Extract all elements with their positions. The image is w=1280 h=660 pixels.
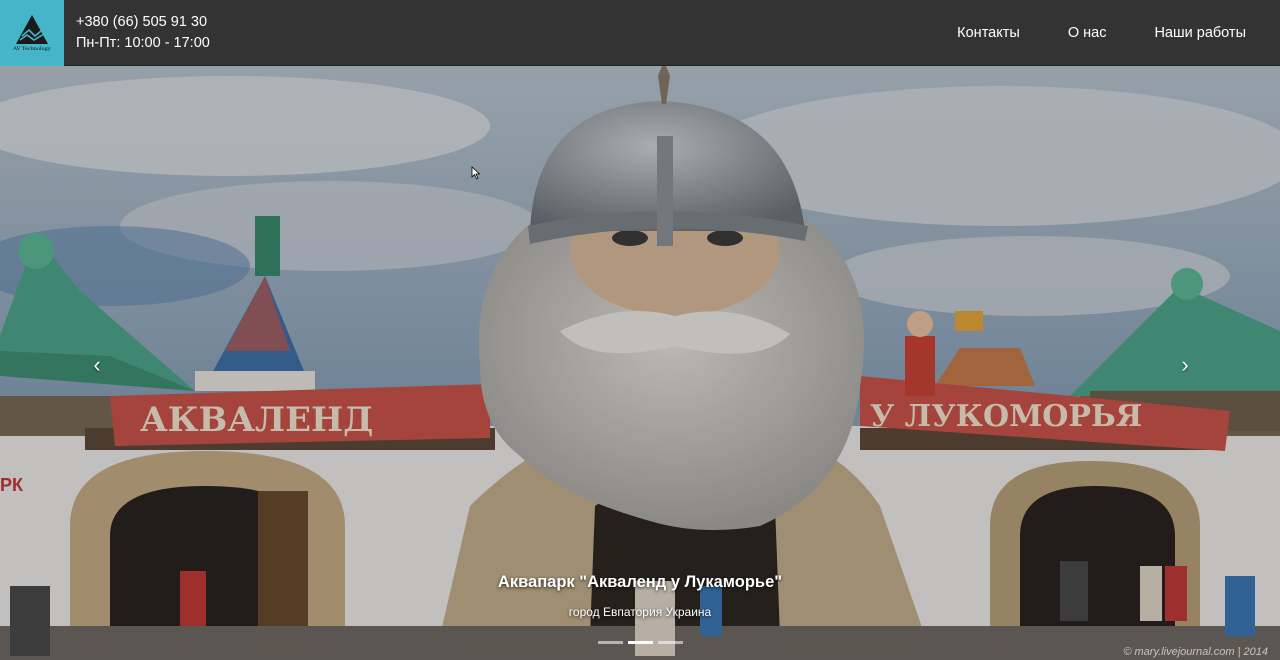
carousel-indicators	[0, 641, 1280, 644]
carousel-indicator-1[interactable]	[597, 641, 623, 644]
carousel-indicator-3[interactable]	[657, 641, 683, 644]
contact-info: +380 (66) 505 91 30 Пн-Пт: 10:00 - 17:00	[76, 12, 210, 54]
working-hours: Пн-Пт: 10:00 - 17:00	[76, 34, 210, 51]
nav-link-portfolio[interactable]: Наши работы	[1154, 25, 1246, 41]
logo-caption: AV Technology	[13, 45, 51, 52]
slide-subtitle: город Евпатория Украина	[568, 605, 712, 619]
carousel-indicator-2[interactable]	[627, 641, 653, 644]
mouse-cursor-icon	[471, 166, 481, 180]
phone-number: +380 (66) 505 91 30	[76, 13, 208, 30]
nav-link-contacts[interactable]: Контакты	[957, 25, 1020, 41]
slide-title: Аквапарк "Акваленд у Лукаморье"	[497, 573, 783, 591]
slide-caption: Аквапарк "Акваленд у Лукаморье" город Ев…	[440, 571, 840, 620]
top-navbar: AV Technology +380 (66) 505 91 30 Пн-Пт:…	[0, 0, 1280, 66]
image-watermark: © mary.livejournal.com | 2014	[1123, 646, 1268, 658]
hero-carousel: АКВАЛЕНД У ЛУКОМОРЬЯ РК ‹ › Аквапарк "Ак…	[0, 66, 1280, 660]
carousel-prev-button[interactable]: ‹	[82, 350, 112, 380]
chevron-left-icon: ‹	[93, 352, 101, 377]
logo-triangle-icon	[16, 14, 48, 44]
carousel-next-button[interactable]: ›	[1170, 350, 1200, 380]
company-logo[interactable]: AV Technology	[0, 0, 64, 66]
main-menu: Контакты О нас Наши работы	[909, 0, 1246, 66]
chevron-right-icon: ›	[1181, 352, 1189, 377]
nav-link-about[interactable]: О нас	[1068, 25, 1107, 41]
